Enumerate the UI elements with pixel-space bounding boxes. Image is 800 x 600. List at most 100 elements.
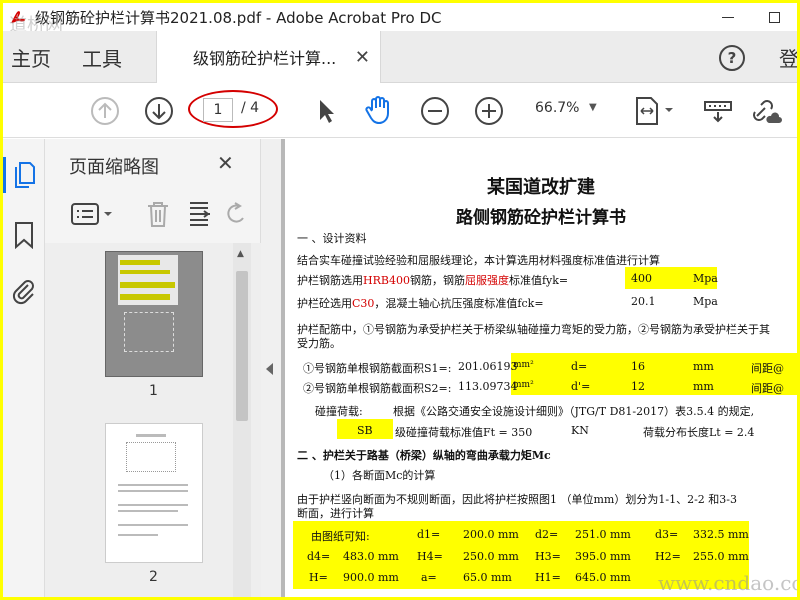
s1-d-unit: mm	[693, 360, 714, 373]
bookmark-icon	[15, 222, 33, 250]
dims-r3-c3: 65.0 mm	[463, 571, 512, 584]
rebar-desc-1: 护栏配筋中，①号钢筋为承受护栏关于桥梁纵轴碰撞力弯矩的受力筋，②号钢筋为承受护栏…	[297, 323, 770, 336]
s1-value: 201.06193	[458, 360, 518, 373]
dims-r2-c1: 483.0 mm	[343, 550, 399, 563]
scrollbar-thumb[interactable]	[236, 271, 248, 421]
section-2-heading: 二 、护栏关于路基（桥梁）纵轴的弯曲承载力矩Mc	[297, 449, 551, 462]
dims-r1-c0: 由图纸可知:	[311, 530, 370, 543]
s1-spacing: 间距@	[751, 362, 784, 375]
tab-document[interactable]: 级钢筋砼护栏计算... ✕	[156, 31, 381, 83]
zoom-in-button[interactable]	[474, 96, 504, 126]
dims-r1-c2: 200.0 mm	[463, 528, 519, 541]
rotate-page-button[interactable]	[225, 200, 247, 232]
steel-line: 护栏钢筋选用HRB400钢筋，钢筋屈服强度标准值fyk=	[297, 274, 569, 287]
options-menu-button[interactable]	[71, 201, 115, 231]
bookmarks-button[interactable]	[14, 221, 34, 253]
link-cloud-icon	[753, 100, 782, 123]
close-panel-icon[interactable]: ✕	[217, 151, 234, 175]
page-thumbnails-button[interactable]	[12, 161, 36, 193]
next-page-button[interactable]	[144, 96, 174, 126]
delete-page-button[interactable]	[145, 200, 171, 232]
tab-bar: 主页 工具 级钢筋砼护栏计算... ✕ ? 登	[3, 31, 797, 83]
dims-r3-c4: H1=	[535, 571, 561, 584]
s2-spacing: 间距@	[751, 382, 784, 395]
thumbnails-scrollbar[interactable]: ▲	[233, 243, 251, 597]
s1-label: ①号钢筋单根钢筋截面积S1=:	[303, 362, 452, 375]
s2-d-label: d'=	[571, 380, 591, 393]
arrow-down-icon	[145, 97, 173, 125]
page-fit-button[interactable]	[633, 94, 677, 128]
page-number-annotation	[188, 90, 278, 128]
tab-home[interactable]: 主页	[11, 43, 51, 72]
cursor-arrow-icon	[320, 100, 334, 123]
toolbar: 1 / 4 66.7% ▼	[3, 84, 797, 138]
tab-tools[interactable]: 工具	[82, 43, 122, 72]
paperclip-icon	[12, 280, 34, 305]
collision-text: 根据《公路交通安全设施设计细则》（JTG/T D81-2017）表3.5.4 的…	[393, 405, 755, 418]
minimize-icon	[722, 16, 734, 18]
s1-d-label: d=	[571, 360, 588, 373]
close-tab-icon[interactable]: ✕	[355, 47, 370, 68]
thumbnail-page-2-label: 2	[149, 569, 158, 585]
dims-r3-c1: 900.0 mm	[343, 571, 399, 584]
sign-in-link[interactable]: 登	[779, 43, 797, 72]
rebar-desc-2: 受力筋。	[297, 337, 341, 350]
minimize-button[interactable]	[705, 3, 751, 31]
thumbnail-page-1[interactable]	[105, 251, 203, 377]
zoom-out-button[interactable]	[420, 96, 450, 126]
scroll-up-icon[interactable]: ▲	[237, 249, 244, 259]
intro-text: 结合实车碰撞试验经验和屈服线理论，本计算选用材料强度标准值进行计算	[297, 254, 660, 267]
options-list-icon	[71, 203, 112, 225]
document-view: 某国道改扩建 路侧钢筋砼护栏计算书 一 、设计资料 结合实车碰撞试验经验和屈服线…	[281, 139, 797, 597]
tab-document-label: 级钢筋砼护栏计算...	[193, 49, 337, 68]
zoom-in-icon	[475, 97, 503, 125]
dims-r2-c2: H4=	[417, 550, 443, 563]
pages-icon	[15, 162, 35, 188]
dims-r3-c0: H=	[309, 571, 328, 584]
thumbnail-page-2[interactable]	[105, 423, 203, 563]
thumbnails-panel: 页面缩略图 ✕ 1 2 ▲	[45, 139, 261, 597]
dims-r2-c0: d4=	[307, 550, 331, 563]
previous-page-button[interactable]	[90, 96, 120, 126]
collision-label: 碰撞荷载:	[315, 405, 363, 418]
ft-text: 级碰撞荷载标准值Ft = 350	[395, 426, 533, 439]
para-2: 断面，进行计算	[297, 507, 374, 520]
section-1-heading: 一 、设计资料	[297, 232, 367, 245]
dims-r2-c6: H2=	[655, 550, 681, 563]
attachments-button[interactable]	[12, 277, 36, 309]
doc-title-line1: 某国道改扩建	[487, 177, 595, 198]
s1-d-value: 16	[631, 360, 645, 373]
insert-page-button[interactable]	[187, 200, 213, 232]
thumbnails-list: 1 2 ▲	[45, 243, 261, 597]
maximize-button[interactable]	[751, 3, 797, 31]
steel-value: 400	[631, 272, 652, 285]
zoom-level[interactable]: 66.7%	[535, 100, 579, 116]
keyboard-tool-button[interactable]	[703, 96, 733, 126]
pdf-page: 某国道改扩建 路侧钢筋砼护栏计算书 一 、设计资料 结合实车碰撞试验经验和屈服线…	[285, 139, 797, 597]
sb-value: SB	[357, 424, 373, 437]
s2-d-unit: mm	[693, 380, 714, 393]
s2-unit: mm²	[513, 380, 534, 390]
dims-r1-c1: d1=	[417, 528, 441, 541]
hand-icon	[365, 96, 389, 125]
dims-r1-c5: d3=	[655, 528, 679, 541]
s1-unit: mm²	[513, 360, 534, 370]
title-bar: 级钢筋砼护栏计算书2021.08.pdf - Adobe Acrobat Pro…	[3, 3, 797, 31]
s2-value: 113.09734	[458, 380, 518, 393]
dims-r1-c4: 251.0 mm	[575, 528, 631, 541]
rotate-icon	[227, 202, 244, 223]
panel-collapse-strip[interactable]	[261, 139, 281, 597]
select-tool-button[interactable]	[315, 96, 337, 126]
dims-r2-c5: 395.0 mm	[575, 550, 631, 563]
page-number-input[interactable]: 1	[203, 98, 233, 122]
s2-d-value: 12	[631, 380, 645, 393]
concrete-line: 护栏砼选用C30，混凝土轴心抗压强度标准值fck=	[297, 297, 544, 310]
page-fit-icon	[636, 97, 673, 125]
share-link-button[interactable]	[749, 96, 783, 126]
active-indicator	[3, 157, 6, 193]
collapse-arrow-icon[interactable]	[266, 363, 273, 375]
zoom-dropdown-icon[interactable]: ▼	[589, 102, 597, 113]
hand-tool-button[interactable]	[363, 94, 395, 126]
help-icon[interactable]: ?	[719, 45, 745, 71]
doc-title-line2: 路侧钢筋砼护栏计算书	[456, 208, 626, 228]
